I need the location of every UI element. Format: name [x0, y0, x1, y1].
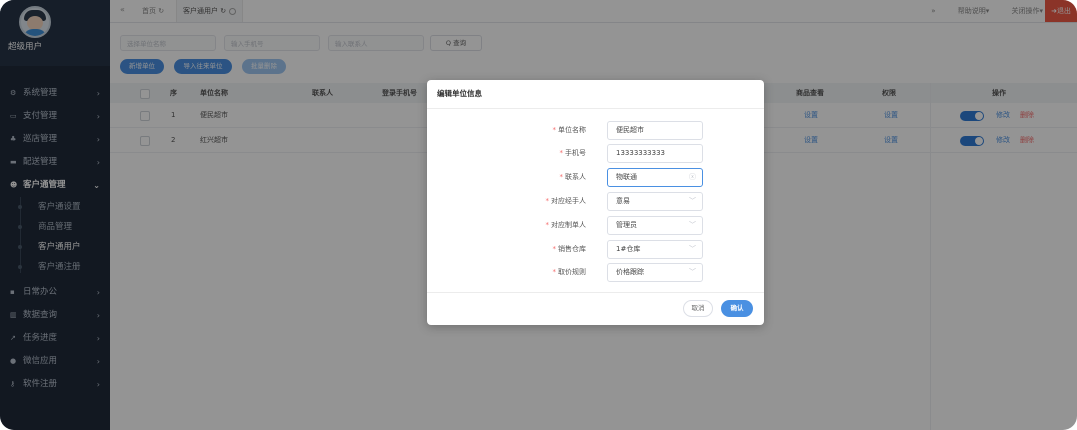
- handler-select[interactable]: 意易 ﹀: [607, 192, 703, 211]
- field-label: * 对应制单人: [545, 221, 587, 229]
- warehouse-select[interactable]: 1#仓库 ﹀: [607, 240, 703, 259]
- chevron-down-icon: ﹀: [689, 268, 696, 276]
- confirm-button[interactable]: 确认: [721, 300, 753, 317]
- clear-icon[interactable]: ⓧ: [689, 169, 696, 186]
- chevron-down-icon: ﹀: [689, 221, 696, 229]
- field-label: * 取价规则: [552, 268, 587, 276]
- field-label: * 单位名称: [552, 126, 587, 134]
- form-row-price-rule: * 取价规则 价格跟踪 ﹀: [427, 263, 764, 282]
- cancel-button[interactable]: 取消: [683, 300, 713, 317]
- phone-input[interactable]: 13333333333: [607, 144, 703, 163]
- form-row-phone: * 手机号 13333333333: [427, 144, 764, 163]
- chevron-down-icon: ﹀: [689, 245, 696, 253]
- app-frame: 超级用户 ⚙ 系统管理 › ▭ 支付管理 › ♣ 巡店管理 › ▬ 配送管理 › ☻ 客户通管理 ⌄…: [0, 0, 1077, 430]
- creator-select[interactable]: 管理员 ﹀: [607, 216, 703, 235]
- divider: [427, 108, 764, 109]
- form-row-unit-name: * 单位名称 便民超市: [427, 121, 764, 140]
- divider: [427, 292, 764, 293]
- unit-name-input[interactable]: 便民超市: [607, 121, 703, 140]
- edit-unit-dialog: 编辑单位信息 * 单位名称 便民超市 * 手机号 13333333333 * 联系人 …: [427, 80, 764, 325]
- form-row-creator: * 对应制单人 管理员 ﹀: [427, 216, 764, 235]
- form-row-handler: * 对应经手人 意易 ﹀: [427, 192, 764, 211]
- form-row-contact: * 联系人 物联通 ⓧ: [427, 168, 764, 187]
- field-label: * 手机号: [559, 149, 587, 157]
- price-rule-select[interactable]: 价格跟踪 ﹀: [607, 263, 703, 282]
- form-row-warehouse: * 销售仓库 1#仓库 ﹀: [427, 240, 764, 259]
- chevron-down-icon: ﹀: [689, 197, 696, 205]
- field-label: * 销售仓库: [552, 245, 587, 253]
- contact-input[interactable]: 物联通 ⓧ: [607, 168, 703, 187]
- dialog-title: 编辑单位信息: [437, 89, 482, 98]
- field-label: * 联系人: [559, 173, 587, 181]
- field-label: * 对应经手人: [545, 197, 587, 205]
